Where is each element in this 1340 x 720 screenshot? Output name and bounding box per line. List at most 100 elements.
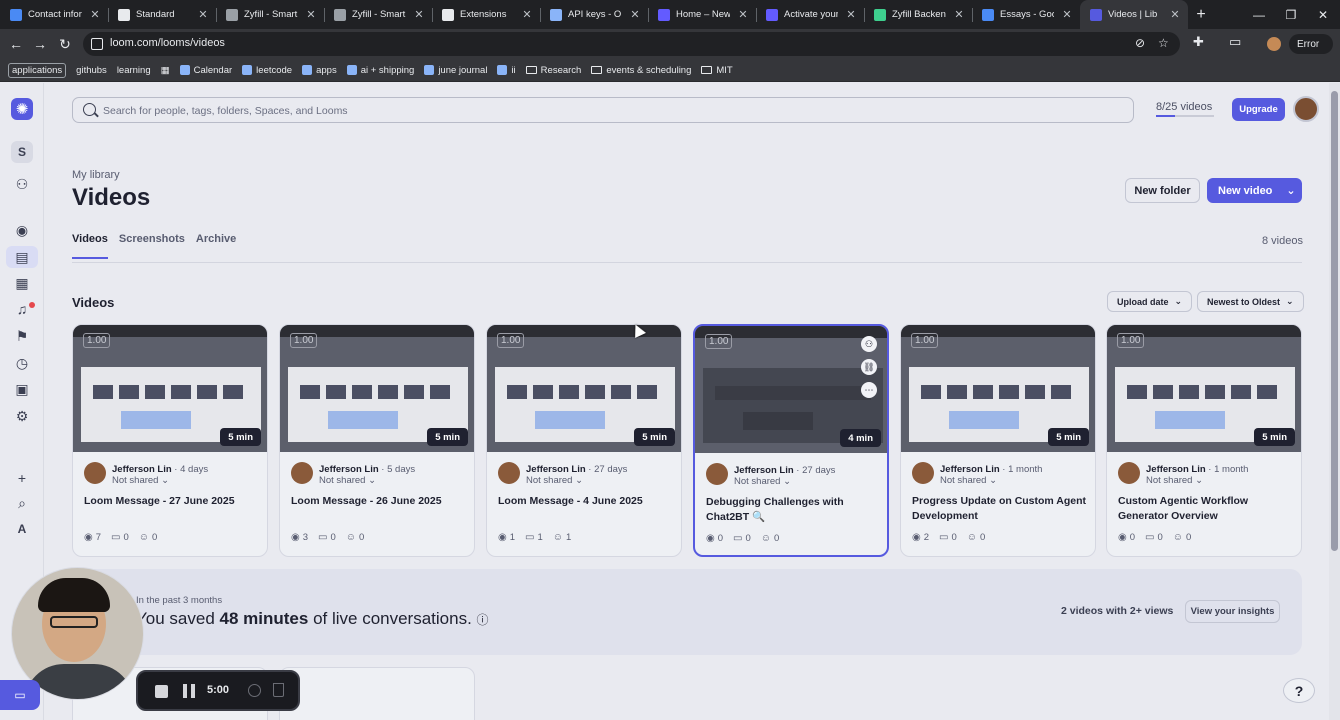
sort-field-dropdown[interactable]: Upload date ⌄ [1107,291,1193,312]
pause-icon[interactable] [183,684,195,698]
playback-speed[interactable]: 1.00 [290,333,318,348]
sharing-status-dropdown[interactable]: Not shared ⌄ [112,475,169,486]
close-icon[interactable]: ✕ [1060,8,1074,21]
close-icon[interactable]: ✕ [628,8,642,21]
bookmark-item[interactable]: events & scheduling [591,65,691,76]
close-window-button[interactable]: ✕ [1306,0,1340,29]
browser-tab[interactable]: Home – New b ✕ [648,0,756,29]
user-avatar[interactable] [1293,96,1319,122]
close-icon[interactable]: ✕ [88,8,102,21]
video-title[interactable]: Loom Message - 26 June 2025 [291,494,467,509]
trash-icon[interactable] [273,683,284,697]
more-options-icon[interactable]: ⋯ [861,382,877,398]
browser-tab[interactable]: Activate your a ✕ [756,0,864,29]
video-thumbnail[interactable]: 1.00 ⚇ ⛓ ⋯ 4 min [695,326,887,453]
profile-error-pill[interactable]: Error [1289,34,1333,54]
video-thumbnail[interactable]: 1.00 5 min [1107,325,1301,452]
bookmark-item[interactable]: leetcode [242,65,292,76]
account-initial[interactable]: A [13,520,31,538]
close-icon[interactable]: ✕ [304,8,318,21]
page-scrollbar[interactable] [1329,83,1340,720]
video-title[interactable]: Progress Update on Custom Agent Developm… [912,494,1088,524]
tab-screenshots[interactable]: Screenshots [119,233,185,259]
video-title[interactable]: Loom Message - 27 June 2025 [84,494,260,509]
close-icon[interactable]: ✕ [952,8,966,21]
video-card[interactable]: 1.00 5 min Jefferson Lin · 1 month Not shar… [900,324,1096,557]
sharing-status-dropdown[interactable]: Not shared ⌄ [940,475,997,486]
video-card[interactable]: 1.00 5 min Jefferson Lin · 1 month Not shar… [1106,324,1302,557]
browser-tab[interactable]: Zyfill Backend ✕ [864,0,972,29]
site-info-icon[interactable] [91,38,103,50]
rail-search-icon[interactable]: ⌕ [13,494,31,512]
video-thumbnail[interactable]: 1.00 5 min [280,325,474,452]
upgrade-button[interactable]: Upgrade [1232,98,1285,121]
bookmark-item[interactable]: learning [117,65,151,76]
forward-icon[interactable]: → [30,34,50,54]
close-icon[interactable]: ✕ [844,8,858,21]
browser-tab[interactable]: Videos | Lib ✕ [1080,0,1188,29]
browser-tab[interactable]: API keys - Oper ✕ [540,0,648,29]
playback-speed[interactable]: 1.00 [911,333,939,348]
clock-icon[interactable]: ◷ [13,354,31,372]
sharing-status-dropdown[interactable]: Not shared ⌄ [734,476,791,487]
chevron-down-icon[interactable]: ⌄ [1286,184,1295,197]
cast-icon[interactable]: ▭ [1229,34,1241,50]
playback-speed[interactable]: 1.00 [1117,333,1145,348]
share-user-icon[interactable]: ⚇ [861,336,877,352]
bookmark-item[interactable]: Calendar [179,65,232,76]
browser-tab[interactable]: Essays - Googl ✕ [972,0,1080,29]
sharing-status-dropdown[interactable]: Not shared ⌄ [1146,475,1203,486]
new-video-button[interactable]: New video ⌄ [1207,178,1302,203]
playback-speed[interactable]: 1.00 [497,333,525,348]
bookmark-item[interactable]: ii [497,65,516,76]
browser-tab[interactable]: Contact informa ✕ [0,0,108,29]
bookmark-item[interactable]: apps [302,65,337,76]
tab-videos[interactable]: Videos [72,233,108,259]
maximize-button[interactable]: ❐ [1274,0,1308,29]
copy-link-icon[interactable]: ⛓ [861,359,877,375]
new-folder-button[interactable]: New folder [1125,178,1200,203]
minimize-button[interactable]: — [1242,0,1276,29]
new-tab-button[interactable]: + [1188,0,1214,29]
scrollbar-thumb[interactable] [1331,91,1338,551]
plus-icon[interactable]: + [13,469,31,487]
close-icon[interactable]: ✕ [196,8,210,21]
tab-archive[interactable]: Archive [196,233,236,259]
loom-logo-icon[interactable]: ✺ [11,98,33,120]
info-icon[interactable]: ⓘ [477,613,489,627]
calendar-icon[interactable]: ▦ [13,274,31,292]
bookmark-item[interactable]: applications [8,62,67,78]
video-title[interactable]: Debugging Challenges with Chat2BT 🔍 [706,495,882,525]
gift-icon[interactable]: ▣ [13,380,31,398]
close-icon[interactable]: ✕ [520,8,534,21]
video-thumbnail[interactable]: 1.00 5 min [901,325,1095,452]
bookmark-item[interactable]: ai + shipping [346,65,414,76]
close-icon[interactable]: ✕ [1168,8,1182,21]
sharing-status-dropdown[interactable]: Not shared ⌄ [319,475,376,486]
bookmark-item[interactable]: Research [525,65,581,76]
search-input[interactable]: Search for people, tags, folders, Spaces… [72,97,1134,123]
video-card[interactable]: 1.00 5 min Jefferson Lin · 27 days Not shar… [486,324,682,557]
reload-icon[interactable]: ↻ [55,34,75,54]
extensions-icon[interactable]: ✚ [1193,34,1204,50]
help-button[interactable]: ? [1283,678,1315,703]
video-title[interactable]: Custom Agentic Workflow Generator Overvi… [1118,494,1294,524]
library-icon[interactable]: ▤ [13,248,31,266]
stop-recording-icon[interactable] [155,685,168,698]
sharing-status-dropdown[interactable]: Not shared ⌄ [526,475,583,486]
playback-speed[interactable]: 1.00 [705,334,733,349]
sort-order-dropdown[interactable]: Newest to Oldest ⌄ [1197,291,1304,312]
bookmark-item[interactable]: MIT [701,65,733,76]
restart-icon[interactable] [248,684,261,697]
browser-tab[interactable]: Zyfill - Smart F ✕ [324,0,432,29]
close-icon[interactable]: ✕ [736,8,750,21]
apps-grid-icon[interactable]: ▦ [161,65,170,76]
bookmark-item[interactable]: githubs [76,65,107,76]
breadcrumb[interactable]: My library [72,169,120,181]
bell-icon[interactable]: ♫ [13,300,31,318]
add-member-icon[interactable]: ⚇ [13,175,31,193]
settings-gear-icon[interactable]: ⚙ [13,407,31,425]
browser-tab[interactable]: Extensions ✕ [432,0,540,29]
video-thumbnail[interactable]: 1.00 5 min [487,325,681,452]
bookmark-star-icon[interactable]: ☆ [1158,36,1169,50]
